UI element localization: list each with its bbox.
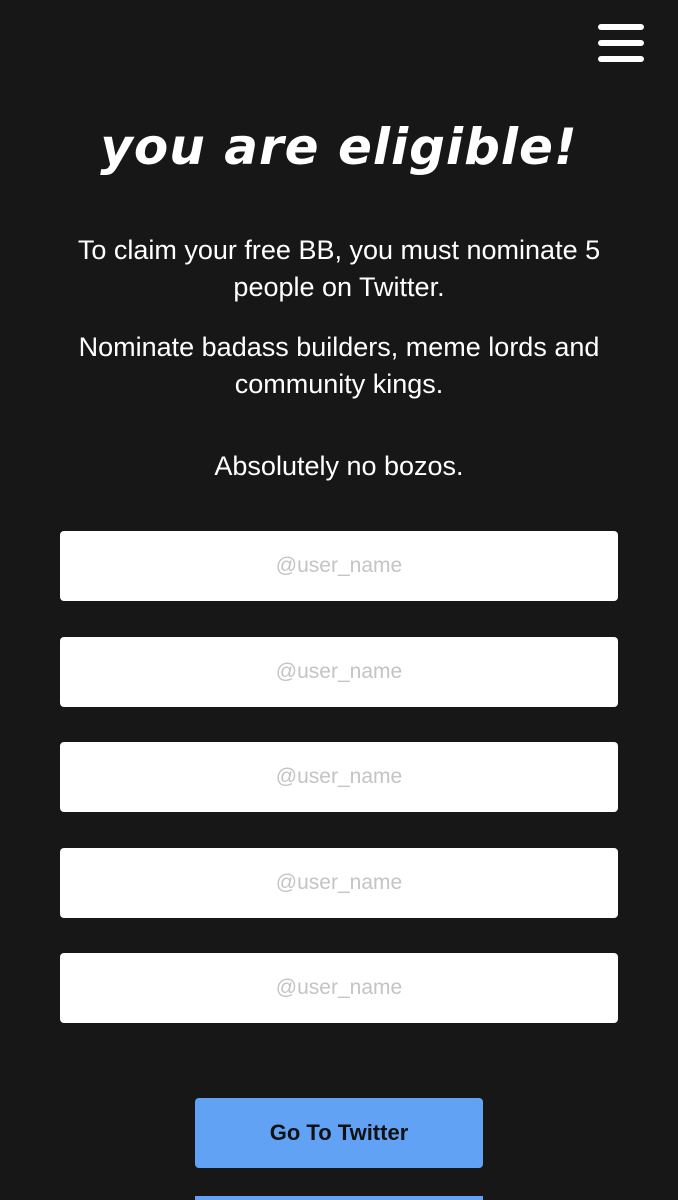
nominee-username-field-1[interactable] xyxy=(60,531,618,601)
hamburger-menu-icon-bar xyxy=(598,40,644,46)
nominee-username-field-5[interactable] xyxy=(60,953,618,1023)
go-to-twitter-button[interactable]: Go To Twitter xyxy=(195,1098,483,1168)
hamburger-menu-icon-bar xyxy=(598,24,644,30)
hamburger-menu-icon-bar xyxy=(598,56,644,62)
nominee-username-field-3[interactable] xyxy=(60,742,618,812)
page-title: you are eligible! xyxy=(100,118,578,176)
nominee-username-field-2[interactable] xyxy=(60,637,618,707)
nomination-guidance: Nominate badass builders, meme lords and… xyxy=(78,332,600,399)
menu-button[interactable] xyxy=(598,24,646,62)
no-bozos-note: Absolutely no bozos. xyxy=(214,451,464,481)
next-button-partial[interactable] xyxy=(195,1196,483,1200)
claim-instructions: To claim your free BB, you must nominate… xyxy=(77,235,601,302)
nominee-username-field-4[interactable] xyxy=(60,848,618,918)
